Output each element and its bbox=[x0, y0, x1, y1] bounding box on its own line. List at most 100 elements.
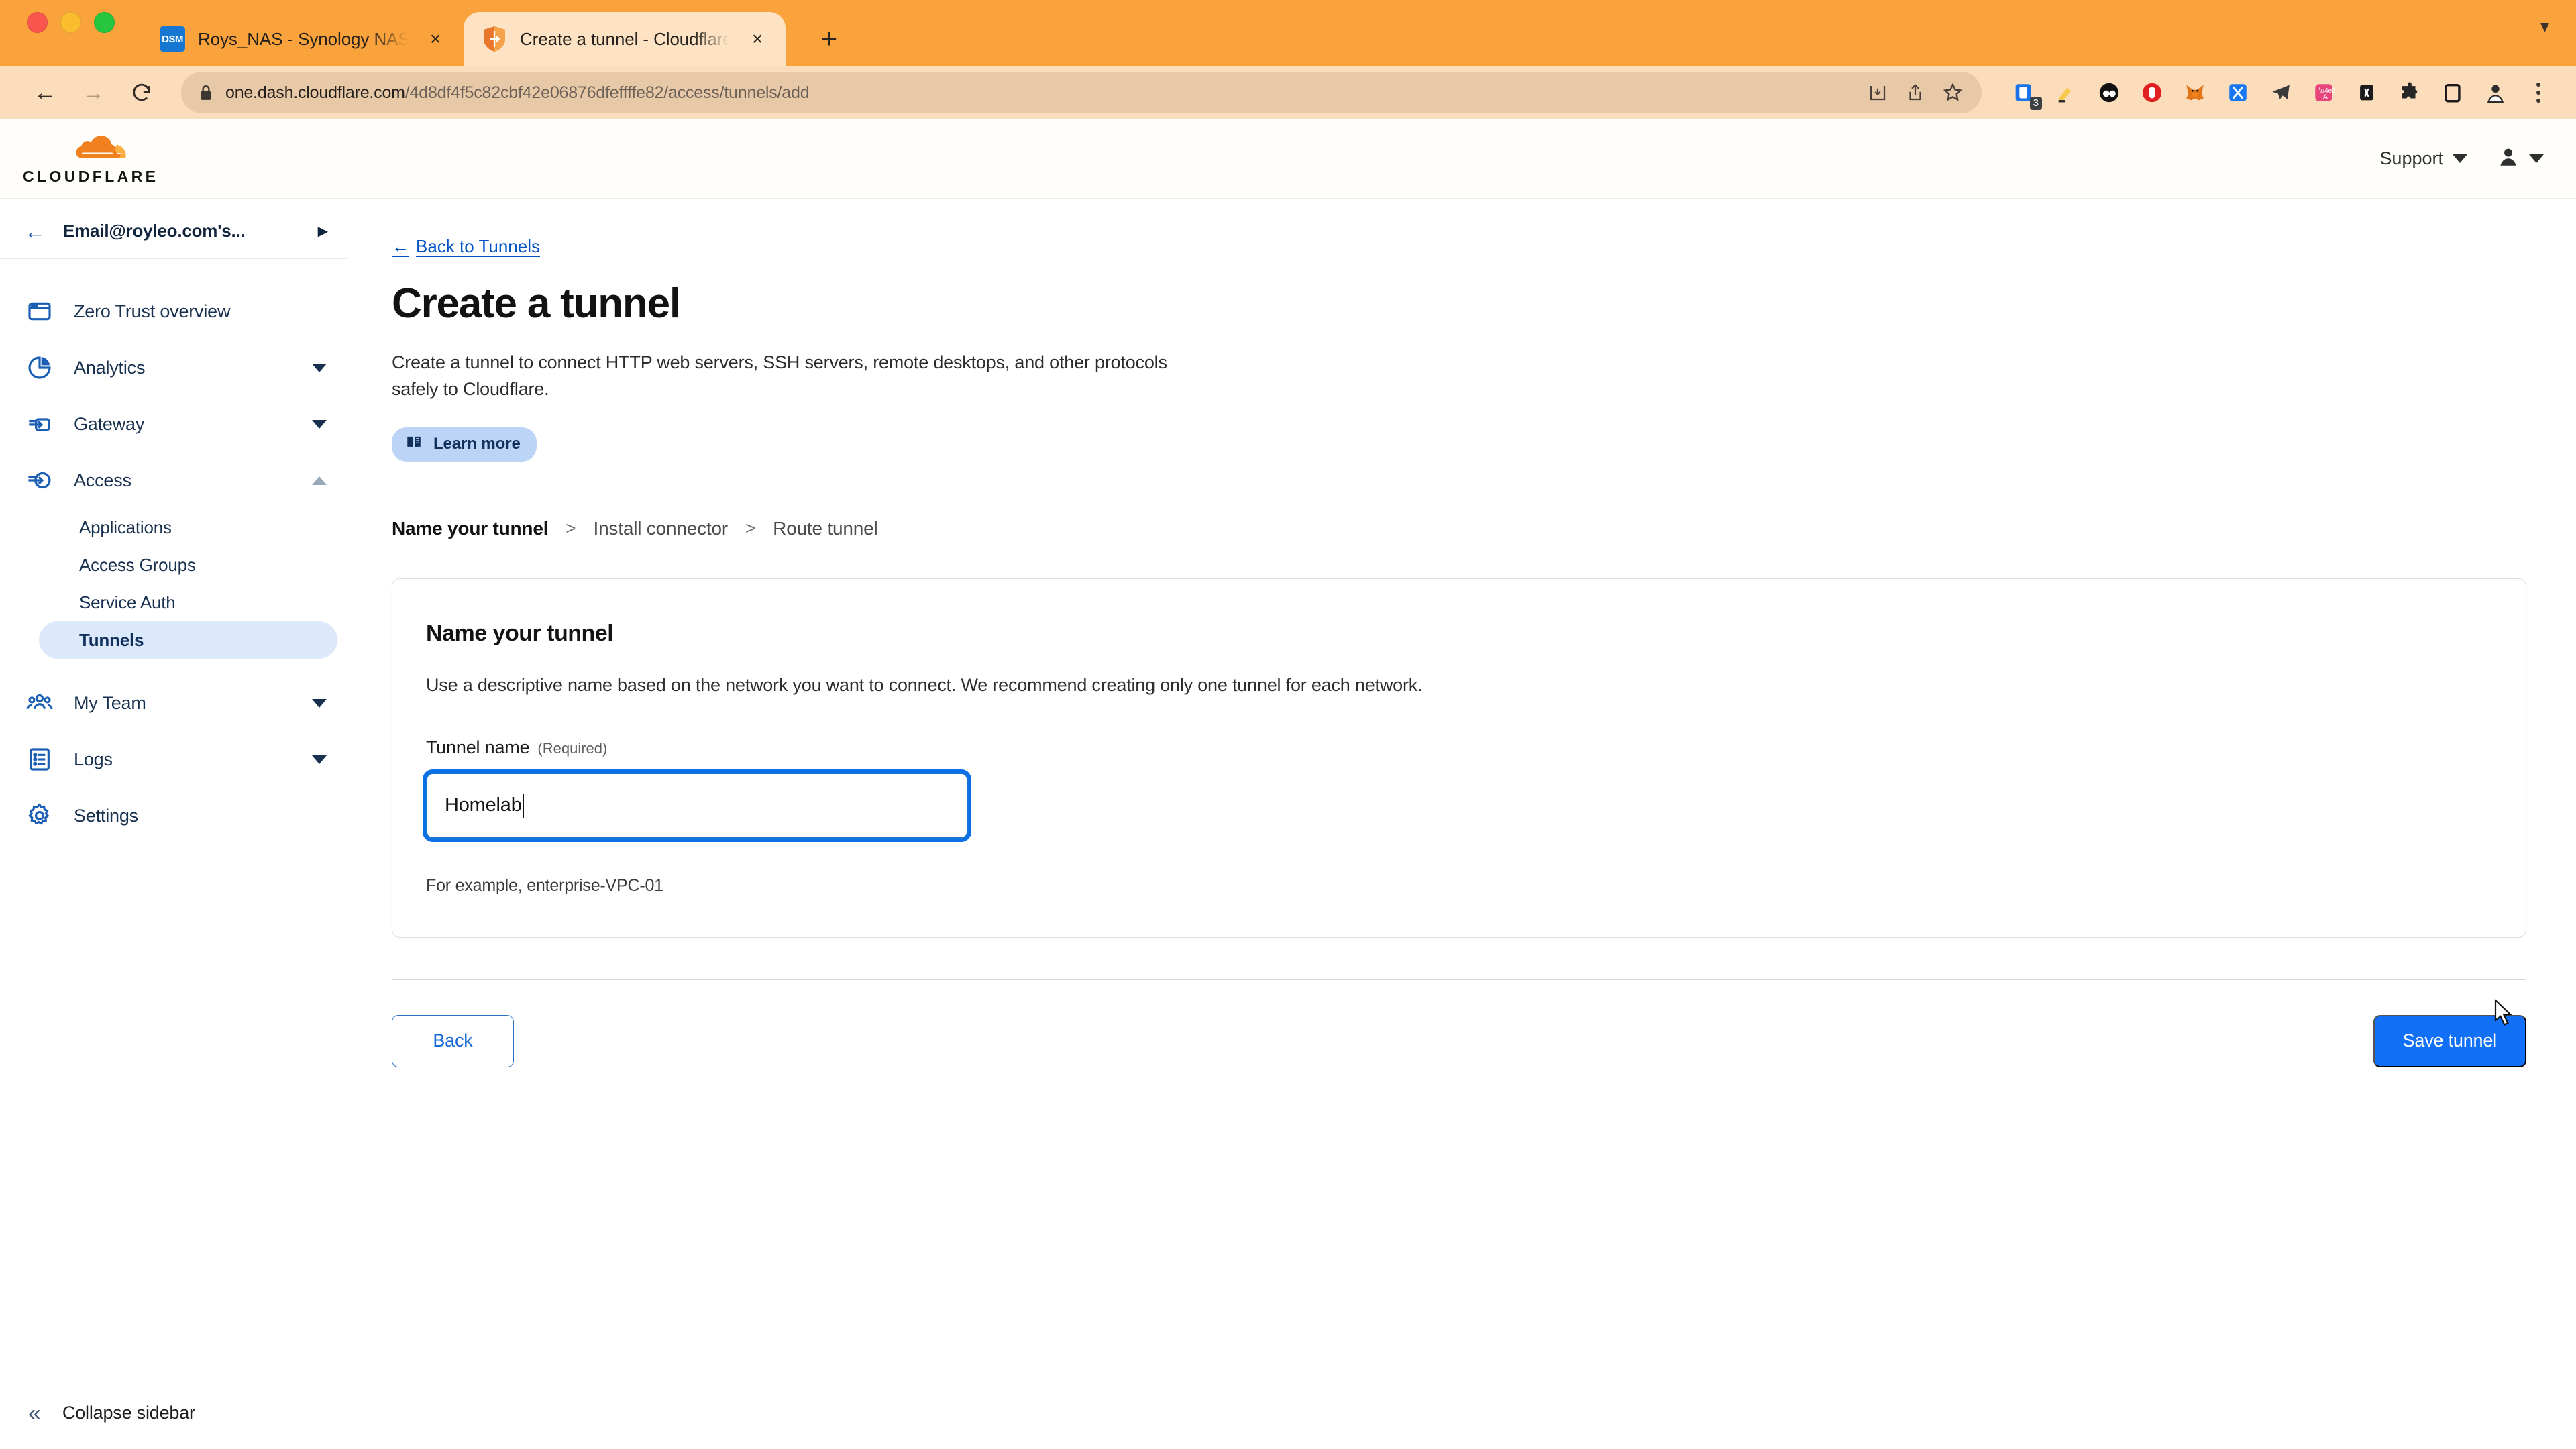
mouse-cursor bbox=[2494, 998, 2513, 1027]
dark-reader-extension-icon[interactable] bbox=[2096, 79, 2123, 106]
arrow-left-icon: ← bbox=[392, 236, 409, 256]
step-separator: > bbox=[745, 518, 756, 539]
sidebar-item-tunnels[interactable]: Tunnels bbox=[39, 621, 337, 659]
card-title: Name your tunnel bbox=[426, 620, 614, 646]
sidebar-item-zero-trust-overview[interactable]: Zero Trust overview bbox=[0, 283, 347, 339]
sidebar-item-analytics[interactable]: Analytics bbox=[0, 339, 347, 396]
tunnel-name-value: Homelab bbox=[445, 794, 522, 816]
metamask-fox-extension-icon[interactable] bbox=[2182, 79, 2208, 106]
share-icon[interactable] bbox=[1904, 81, 1927, 104]
sidebar-item-applications[interactable]: Applications bbox=[0, 508, 341, 546]
browser-window-icon bbox=[24, 296, 55, 327]
maximize-window-button[interactable] bbox=[94, 11, 115, 33]
translate-extension-icon[interactable]: \u4e2dA bbox=[2310, 79, 2337, 106]
form-actions: Back Save tunnel bbox=[392, 998, 2526, 1067]
window-traffic-lights bbox=[27, 0, 115, 66]
sidebar: ← Email@royleo.com's... ▶ Zero Trust ove… bbox=[0, 199, 347, 1449]
telegram-extension-icon[interactable] bbox=[2267, 79, 2294, 106]
sidebar-item-label: Gateway bbox=[74, 413, 145, 434]
extensions-bar: 3 \u4e2dA bbox=[2000, 78, 2552, 110]
tab-close-button[interactable]: × bbox=[422, 25, 449, 52]
sidebar-item-logs[interactable]: Logs bbox=[0, 731, 347, 788]
back-navigation-button[interactable]: ← bbox=[24, 72, 66, 113]
double-chevron-left-icon: « bbox=[28, 1400, 41, 1426]
cloudflare-wordmark: CLOUDFLARE bbox=[23, 168, 159, 185]
cloudflare-logo[interactable]: CLOUDFLARE bbox=[23, 131, 158, 186]
browser-window: DSM Roys_NAS - Synology NAS × Create a t… bbox=[0, 0, 2576, 1449]
sidebar-toggle-icon[interactable] bbox=[2439, 79, 2466, 106]
tab-close-button[interactable]: × bbox=[744, 25, 771, 52]
tunnel-name-hint: For example, enterprise-VPC-01 bbox=[426, 875, 663, 895]
collapse-sidebar-button[interactable]: « Collapse sidebar bbox=[0, 1377, 347, 1449]
step-name-your-tunnel[interactable]: Name your tunnel bbox=[392, 518, 548, 539]
log-list-icon bbox=[24, 744, 55, 775]
sidebar-item-settings[interactable]: Settings bbox=[0, 788, 347, 844]
sidebar-item-label: Zero Trust overview bbox=[74, 301, 231, 321]
back-to-tunnels-link[interactable]: ← Back to Tunnels bbox=[392, 236, 540, 257]
extension-badge-count: 3 bbox=[2029, 97, 2042, 110]
access-arrow-circle-icon bbox=[24, 465, 55, 496]
chevron-down-icon bbox=[312, 698, 327, 708]
header-right: Support bbox=[2379, 146, 2544, 172]
learn-more-button[interactable]: Learn more bbox=[392, 427, 537, 462]
bracket-extension-icon[interactable] bbox=[2353, 79, 2380, 106]
profile-avatar-icon[interactable] bbox=[2482, 79, 2509, 106]
footer-divider bbox=[392, 979, 2526, 980]
adblock-extension-icon[interactable] bbox=[2139, 79, 2165, 106]
account-menu-button[interactable] bbox=[2497, 146, 2544, 172]
sidebar-item-label: Analytics bbox=[74, 357, 146, 378]
wizard-steps: Name your tunnel > Install connector > R… bbox=[392, 518, 2526, 539]
url-path: /4d8df4f5c82cbf42e06876dfeffffe82/access… bbox=[405, 83, 810, 102]
new-tab-button[interactable]: + bbox=[806, 15, 853, 62]
required-indicator: (Required) bbox=[537, 739, 608, 757]
tunnel-name-label-row: Tunnel name (Required) bbox=[426, 737, 2526, 758]
name-tunnel-card: Name your tunnel Use a descriptive name … bbox=[392, 578, 2526, 938]
tab-search-chevron-down-icon[interactable]: ▾ bbox=[2540, 16, 2549, 37]
pocket-extension-icon[interactable]: 3 bbox=[2010, 79, 2042, 110]
learn-more-label: Learn more bbox=[433, 435, 521, 453]
pie-chart-icon bbox=[24, 352, 55, 383]
account-switcher[interactable]: ← Email@royleo.com's... ▶ bbox=[0, 204, 347, 259]
puzzle-extensions-icon[interactable] bbox=[2396, 79, 2423, 106]
chevron-down-icon bbox=[2453, 154, 2467, 163]
forward-navigation-button[interactable]: → bbox=[72, 72, 114, 113]
address-bar[interactable]: one.dash.cloudflare.com/4d8df4f5c82cbf42… bbox=[181, 72, 1982, 113]
sidebar-item-service-auth[interactable]: Service Auth bbox=[0, 584, 341, 621]
kebab-menu-icon[interactable] bbox=[2525, 78, 2552, 107]
dsm-favicon: DSM bbox=[159, 25, 186, 52]
support-label: Support bbox=[2379, 148, 2443, 168]
blue-arrow-extension-icon[interactable] bbox=[2224, 79, 2251, 106]
browser-tab-synology[interactable]: DSM Roys_NAS - Synology NAS × bbox=[142, 12, 464, 66]
sidebar-item-access[interactable]: Access bbox=[0, 452, 347, 508]
browser-tabstrip: DSM Roys_NAS - Synology NAS × Create a t… bbox=[0, 0, 2576, 66]
tunnel-name-label: Tunnel name bbox=[426, 737, 530, 757]
tab-title: Roys_NAS - Synology NAS bbox=[198, 28, 410, 49]
support-menu-button[interactable]: Support bbox=[2379, 148, 2467, 169]
save-tunnel-button[interactable]: Save tunnel bbox=[2373, 998, 2526, 1067]
chevron-down-icon bbox=[312, 363, 327, 372]
bookmark-star-icon[interactable] bbox=[1941, 81, 1964, 104]
reload-button[interactable] bbox=[121, 72, 162, 113]
sidebar-item-label: Settings bbox=[74, 805, 138, 826]
sidebar-item-my-team[interactable]: My Team bbox=[0, 675, 347, 731]
install-app-icon[interactable] bbox=[1866, 81, 1889, 104]
account-name: Email@royleo.com's... bbox=[63, 221, 246, 241]
close-window-button[interactable] bbox=[27, 11, 48, 33]
arrow-left-icon[interactable]: ← bbox=[24, 221, 46, 242]
tunnel-name-input[interactable]: Homelab bbox=[426, 772, 968, 839]
gear-icon bbox=[24, 800, 55, 831]
sidebar-item-access-groups[interactable]: Access Groups bbox=[0, 546, 341, 584]
highlighter-extension-icon[interactable] bbox=[2053, 79, 2080, 106]
step-install-connector[interactable]: Install connector bbox=[593, 518, 728, 539]
users-group-icon bbox=[24, 688, 55, 718]
step-separator: > bbox=[566, 518, 576, 539]
collapse-sidebar-label: Collapse sidebar bbox=[62, 1403, 195, 1423]
minimize-window-button[interactable] bbox=[60, 11, 81, 33]
browser-tab-cloudflare[interactable]: Create a tunnel - Cloudflare Ze × bbox=[464, 12, 786, 66]
back-button[interactable]: Back bbox=[392, 1014, 514, 1067]
step-route-tunnel[interactable]: Route tunnel bbox=[773, 518, 878, 539]
cloudflare-cloud-logo bbox=[76, 136, 126, 158]
sidebar-item-gateway[interactable]: Gateway bbox=[0, 396, 347, 452]
save-tunnel-label: Save tunnel bbox=[2402, 1030, 2498, 1051]
book-icon bbox=[405, 433, 423, 455]
